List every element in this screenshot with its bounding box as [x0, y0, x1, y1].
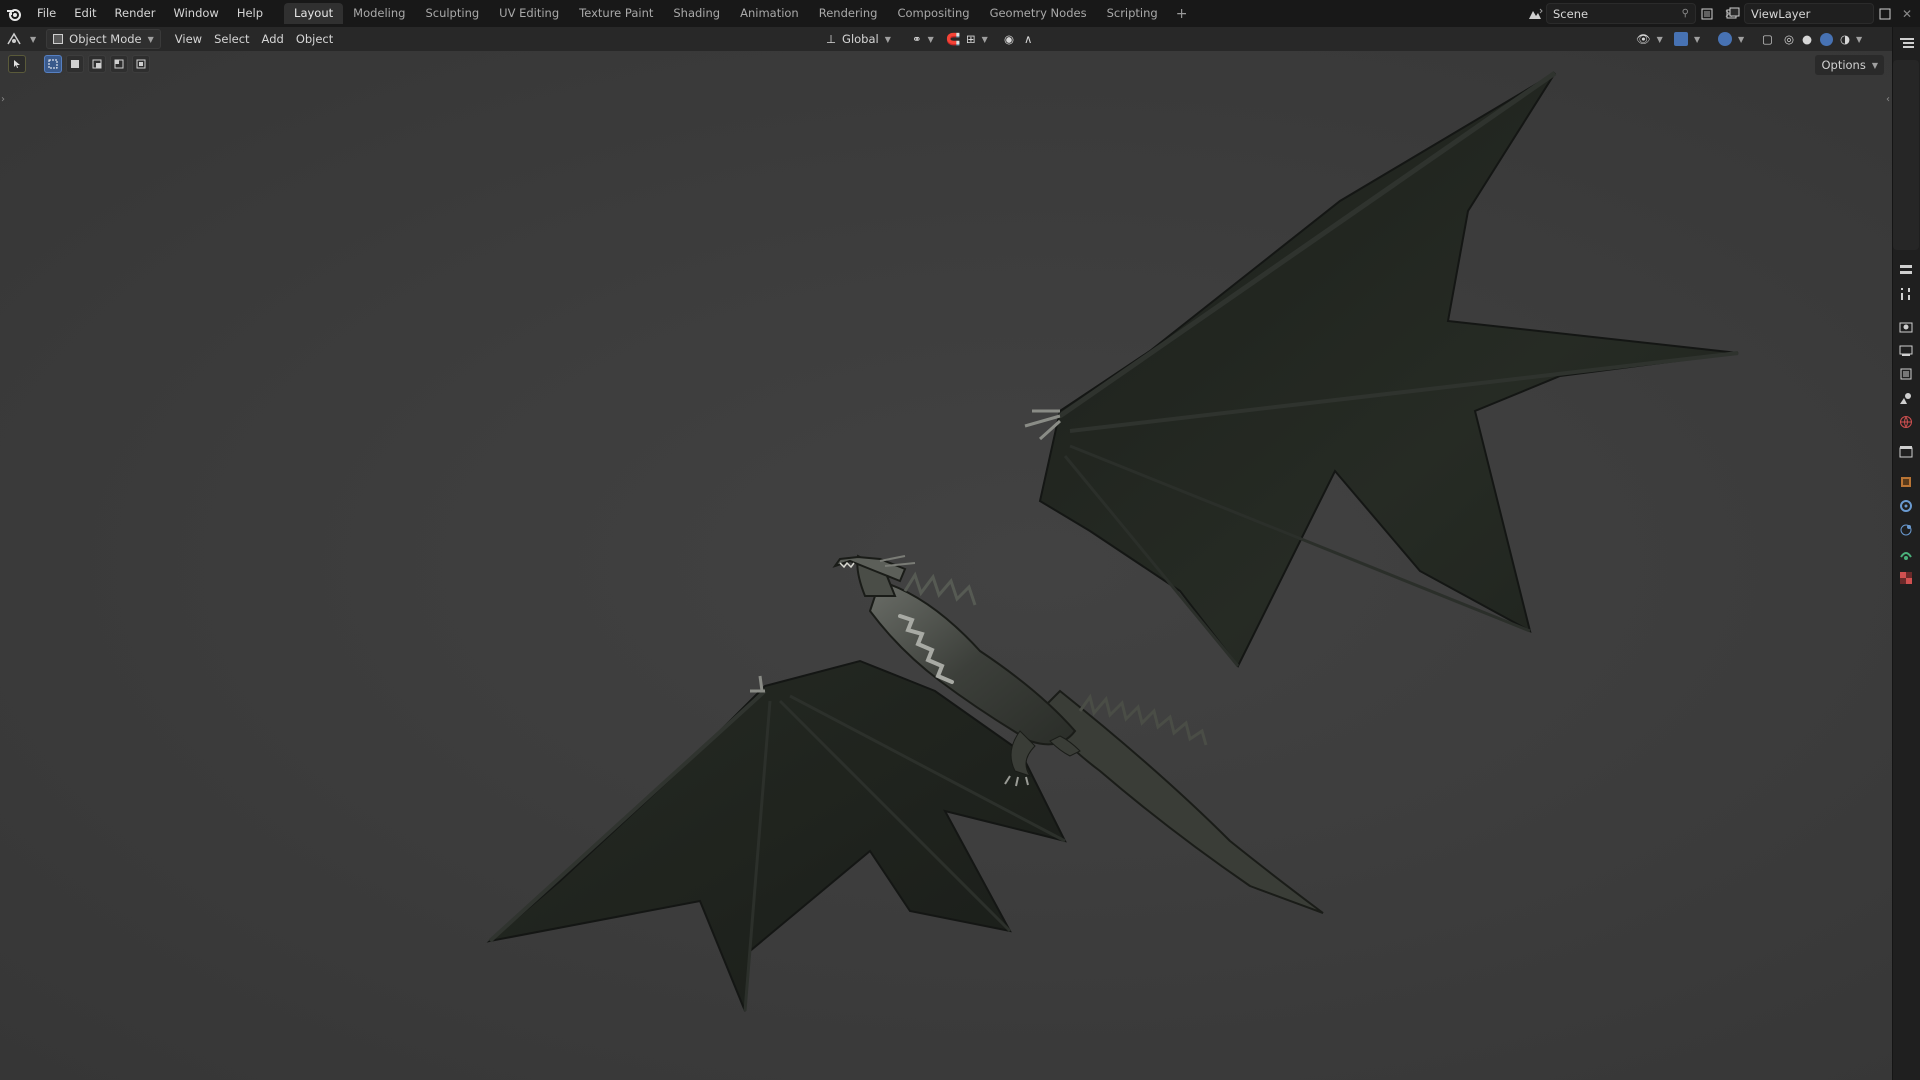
new-view-layer-icon[interactable] [1874, 3, 1896, 24]
object-mode-icon [53, 34, 64, 44]
gizmo-icon[interactable]: ▼ [1668, 29, 1706, 49]
delete-view-layer-icon[interactable]: ✕ [1896, 3, 1918, 24]
menu-window[interactable]: Window [164, 0, 227, 27]
outliner-icon[interactable] [1893, 31, 1920, 55]
pin-icon[interactable]: ⚲ [1682, 8, 1689, 19]
pivot-point-icon[interactable]: ⚭ ▼ [906, 29, 940, 49]
chevron-down-icon: ▼ [147, 34, 154, 44]
view-layer-icon[interactable] [1892, 362, 1920, 386]
properties-scrollbar[interactable] [1893, 60, 1919, 250]
transform-orientation-select[interactable]: ⊥ Global ▼ [820, 29, 897, 49]
scene-icon[interactable] [1892, 386, 1920, 410]
add-workspace-button[interactable]: + [1168, 6, 1196, 22]
chevron-down-icon: ▼ [884, 34, 891, 44]
collection-icon[interactable] [1892, 440, 1920, 464]
view-layer-field[interactable]: ViewLayer [1744, 3, 1874, 24]
output-icon[interactable] [1892, 338, 1920, 362]
mode-label: Object Mode [69, 32, 142, 46]
tab-compositing[interactable]: Compositing [887, 3, 979, 24]
texture-icon[interactable] [1892, 566, 1920, 590]
physics-icon[interactable] [1892, 518, 1920, 542]
object-icon[interactable] [1892, 470, 1920, 494]
menu-edit[interactable]: Edit [65, 0, 105, 27]
tab-geometry-nodes[interactable]: Geometry Nodes [980, 3, 1097, 24]
tab-modeling[interactable]: Modeling [343, 3, 415, 24]
viewport-header: ▼ Object Mode ▼ View Select Add Object ⊥… [0, 27, 1892, 51]
orientation-label: Global [842, 32, 879, 46]
menu-view[interactable]: View [169, 29, 208, 49]
tool-icon[interactable] [1892, 282, 1920, 306]
mode-select[interactable]: Object Mode ▼ [46, 29, 161, 49]
workspace-tabs: Layout Modeling Sculpting UV Editing Tex… [284, 0, 1195, 27]
dragon-tail [1038, 689, 1324, 914]
main-menu: File Edit Render Window Help [28, 0, 272, 27]
constraint-icon[interactable] [1892, 542, 1920, 566]
visibility-icon[interactable]: 👁 ▼ [1630, 29, 1669, 49]
view-layer-selector: ViewLayer ✕ [1722, 3, 1918, 24]
proportional-edit-icon[interactable]: ◉ [998, 29, 1020, 49]
tool-properties-icon[interactable] [1892, 258, 1920, 282]
tab-texture-paint[interactable]: Texture Paint [569, 3, 663, 24]
menu-select[interactable]: Select [208, 29, 255, 49]
3d-viewport[interactable]: Options ▼ › ‹ [0, 51, 1892, 1080]
falloff-icon[interactable]: ∧ [1018, 29, 1038, 49]
menu-help[interactable]: Help [228, 0, 272, 27]
view-layer-name: ViewLayer [1751, 6, 1811, 21]
properties-tabs [1892, 258, 1920, 590]
world-icon[interactable] [1892, 410, 1920, 434]
scene-browse-icon[interactable] [1524, 3, 1546, 24]
tab-scripting[interactable]: Scripting [1097, 3, 1168, 24]
tab-rendering[interactable]: Rendering [809, 3, 888, 24]
tab-shading[interactable]: Shading [663, 3, 730, 24]
menu-render[interactable]: Render [106, 0, 165, 27]
orientation-icon: ⊥ [826, 32, 837, 46]
blender-logo-icon[interactable] [0, 0, 28, 27]
new-scene-icon[interactable] [1696, 3, 1718, 24]
scene-selector: Scene ⚲ ✕ [1524, 3, 1740, 24]
modifier-icon[interactable] [1892, 494, 1920, 518]
xray-icon[interactable]: ▢ [1756, 29, 1779, 49]
scene-name-field[interactable]: Scene ⚲ [1546, 3, 1696, 24]
scene-name: Scene [1553, 6, 1589, 21]
rendered-shading-icon[interactable]: ◑ ▼ [1834, 29, 1868, 49]
top-bar: File Edit Render Window Help Layout Mode… [0, 0, 1920, 27]
snap-target-icon[interactable]: ⊞ ▼ [960, 29, 994, 49]
tab-uv-editing[interactable]: UV Editing [489, 3, 569, 24]
left-wing-claw [750, 675, 765, 693]
tab-layout[interactable]: Layout [284, 3, 344, 24]
view-layer-browse-icon[interactable] [1722, 3, 1744, 24]
menu-add[interactable]: Add [256, 29, 290, 49]
overlays-icon[interactable]: ▼ [1712, 29, 1750, 49]
menu-object[interactable]: Object [290, 29, 339, 49]
dragon-model[interactable] [0, 51, 1892, 1080]
render-icon[interactable] [1892, 314, 1920, 338]
menu-file[interactable]: File [28, 0, 65, 27]
right-wing [1038, 72, 1739, 668]
tab-animation[interactable]: Animation [730, 3, 809, 24]
tab-sculpting[interactable]: Sculpting [415, 3, 489, 24]
left-wing [486, 659, 1067, 1012]
editor-type-icon[interactable]: ▼ [0, 29, 42, 49]
